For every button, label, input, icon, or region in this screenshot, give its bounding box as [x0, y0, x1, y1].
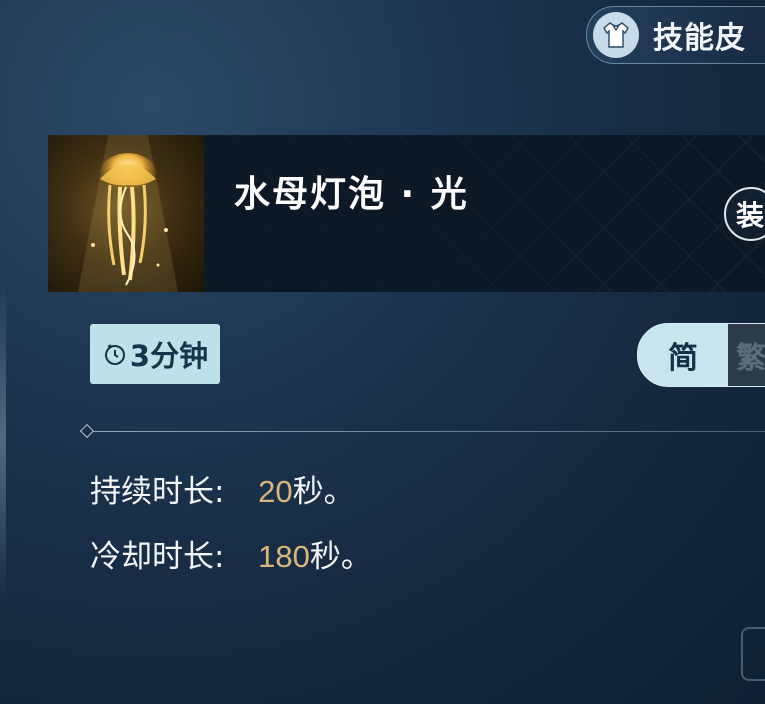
duration-stat-row: 持续时长: 20秒。 — [90, 466, 355, 511]
stat-unit: 秒。 — [309, 539, 372, 575]
shirt-icon — [593, 12, 639, 58]
stat-unit: 秒。 — [292, 474, 355, 510]
jellyfish-thumbnail — [48, 135, 204, 292]
section-divider — [80, 431, 765, 432]
left-edge-decoration — [0, 280, 6, 600]
cooldown-stat-row: 冷却时长: 180秒。 — [90, 531, 372, 576]
duration-chip: 3分钟 — [90, 324, 220, 384]
skin-tab-label: 技能皮 — [653, 21, 746, 56]
timer-icon — [104, 344, 125, 365]
stat-value: 180 — [258, 539, 310, 574]
corner-bracket-decoration — [741, 627, 765, 681]
item-name: 水母灯泡 · 光 — [234, 174, 469, 215]
stat-label: 持续时长: — [90, 474, 225, 510]
divider-diamond-ornament — [79, 423, 95, 439]
simple-option[interactable]: 简 — [638, 324, 728, 386]
stat-value: 20 — [258, 474, 293, 509]
equip-button[interactable]: 装 — [724, 187, 765, 241]
duration-label: 3分钟 — [129, 339, 209, 373]
skill-skin-tab[interactable]: 技能皮 — [586, 6, 765, 64]
stat-label: 冷却时长: — [90, 539, 225, 575]
item-card: 水母灯泡 · 光 装 — [48, 135, 765, 292]
complex-option[interactable]: 繁 — [728, 324, 765, 386]
simple-complex-toggle[interactable]: 简 繁 — [637, 323, 765, 387]
